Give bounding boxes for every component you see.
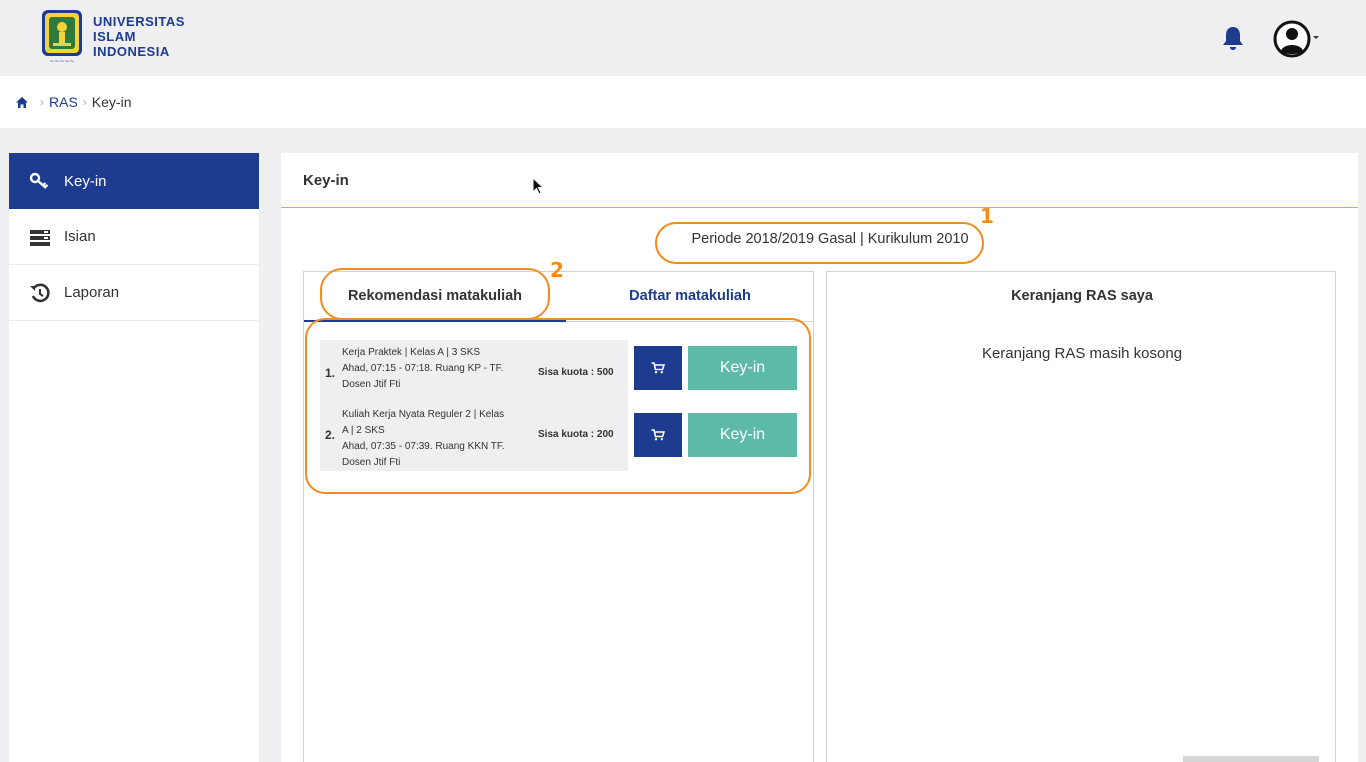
list-icon bbox=[30, 229, 50, 246]
periode-label: Periode 2018/2019 Gasal | Kurikulum 2010 bbox=[691, 231, 969, 247]
course-line: Ahad, 07:15 - 07:18. Ruang KP - TF. bbox=[342, 363, 504, 374]
add-to-cart-button[interactable] bbox=[634, 346, 682, 390]
sidebar-item-key-in[interactable]: Key-in bbox=[9, 153, 259, 209]
list-item: 1. Kerja Praktek | Kelas A | 3 SKS Ahad,… bbox=[320, 340, 628, 409]
panel-title: Key-in bbox=[281, 153, 1358, 208]
university-logo[interactable]: ~~~~~ bbox=[41, 9, 83, 65]
bell-icon[interactable] bbox=[1221, 25, 1245, 51]
sidebar: Key-in Isian Laporan bbox=[9, 153, 259, 762]
brand-line-3: INDONESIA bbox=[93, 44, 170, 59]
cart-title: Keranjang RAS saya bbox=[1011, 288, 1153, 304]
university-name: UNIVERSITAS ISLAM INDONESIA bbox=[93, 14, 185, 59]
breadcrumb-ras-link[interactable]: RAS bbox=[49, 94, 78, 110]
tab-daftar-matakuliah[interactable]: Daftar matakuliah bbox=[566, 272, 814, 322]
home-icon[interactable] bbox=[15, 96, 29, 109]
sidebar-item-isian[interactable]: Isian bbox=[9, 209, 259, 265]
add-to-cart-button[interactable] bbox=[634, 413, 682, 457]
key-icon bbox=[29, 172, 49, 189]
course-quota: Sisa kuota : 500 bbox=[538, 367, 614, 378]
breadcrumb-separator: › bbox=[40, 95, 44, 109]
annotation-number: 2 bbox=[550, 258, 564, 282]
course-line: Kuliah Kerja Nyata Reguler 2 | Kelas bbox=[342, 409, 505, 420]
breadcrumb: › RAS › Key-in bbox=[15, 94, 131, 110]
cart-empty-message: Keranjang RAS masih kosong bbox=[981, 345, 1183, 362]
cart-submit-button[interactable] bbox=[1183, 756, 1319, 762]
list-item: 2. Kuliah Kerja Nyata Reguler 2 | Kelas … bbox=[320, 402, 628, 471]
user-avatar-icon[interactable] bbox=[1273, 20, 1311, 58]
course-quota: Sisa kuota : 200 bbox=[538, 429, 614, 440]
course-description: Kerja Praktek | Kelas A | 3 SKS Ahad, 07… bbox=[342, 345, 528, 393]
course-line: Ahad, 07:35 - 07:39. Ruang KKN TF. bbox=[342, 441, 505, 452]
mouse-cursor-icon bbox=[532, 177, 544, 195]
history-icon bbox=[30, 283, 50, 302]
course-line: Dosen Jtif Fti bbox=[342, 379, 401, 390]
annotation-number: 1 bbox=[980, 204, 994, 228]
breadcrumb-current: Key-in bbox=[91, 94, 132, 110]
course-line: Kerja Praktek | Kelas A | 3 SKS bbox=[342, 347, 481, 358]
course-line: Dosen Jtif Fti bbox=[342, 457, 401, 468]
course-number: 2. bbox=[325, 428, 336, 442]
sidebar-item-label: Laporan bbox=[64, 284, 120, 301]
sidebar-item-label: Isian bbox=[64, 228, 96, 245]
tab-rekomendasi-matakuliah[interactable]: Rekomendasi matakuliah bbox=[304, 272, 566, 322]
sidebar-item-label: Key-in bbox=[64, 172, 107, 190]
course-line: A | 2 SKS bbox=[342, 425, 385, 436]
brand-line-1: UNIVERSITAS bbox=[93, 14, 185, 29]
breadcrumb-bar: › RAS › Key-in bbox=[0, 76, 1366, 128]
main-panel: Key-in Periode 2018/2019 Gasal | Kurikul… bbox=[281, 153, 1358, 762]
course-description: Kuliah Kerja Nyata Reguler 2 | Kelas A |… bbox=[342, 407, 528, 471]
cart-icon bbox=[651, 362, 665, 374]
cart-icon bbox=[651, 429, 665, 441]
key-in-button[interactable]: Key-in bbox=[688, 346, 797, 390]
course-number: 1. bbox=[325, 366, 336, 380]
svg-text:~~~~~: ~~~~~ bbox=[49, 58, 74, 65]
top-bar: ~~~~~ UNIVERSITAS ISLAM INDONESIA bbox=[0, 0, 1366, 76]
course-pane: Rekomendasi matakuliah Daftar matakuliah… bbox=[303, 271, 814, 762]
brand-line-2: ISLAM bbox=[93, 29, 136, 44]
breadcrumb-separator: › bbox=[82, 95, 87, 109]
sidebar-item-laporan[interactable]: Laporan bbox=[9, 265, 259, 321]
cart-pane: Keranjang RAS saya Keranjang RAS masih k… bbox=[826, 271, 1336, 762]
key-in-button[interactable]: Key-in bbox=[688, 413, 797, 457]
chevron-down-icon[interactable] bbox=[1311, 33, 1321, 41]
